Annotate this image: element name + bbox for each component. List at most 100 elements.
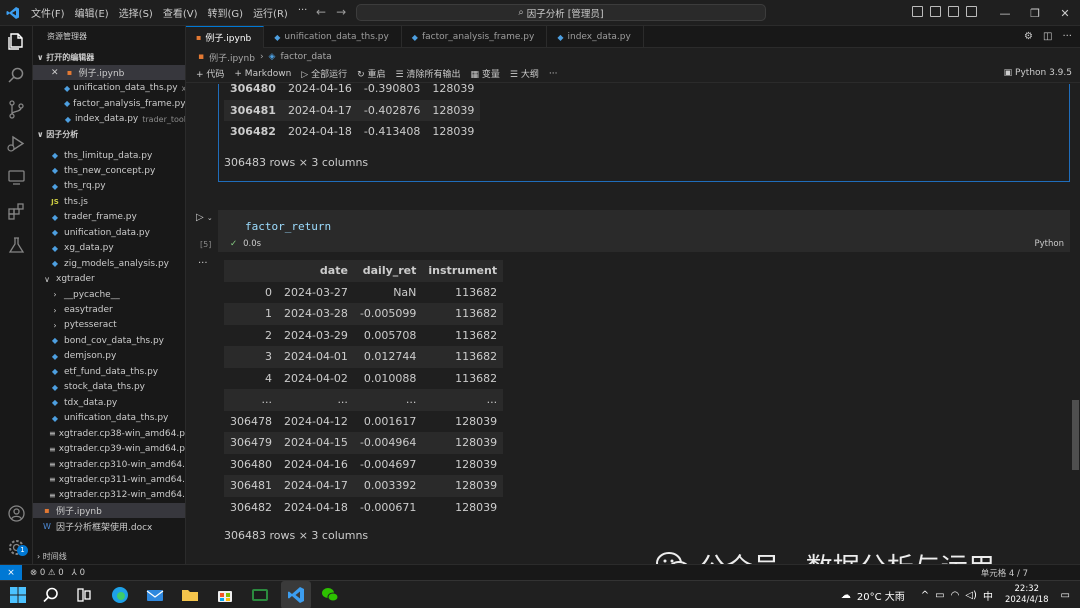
wechat-taskbar-icon[interactable] xyxy=(321,586,339,604)
code-line[interactable]: factor_return xyxy=(245,220,331,233)
open-editor-item[interactable]: ✕ ▪ 例子.ipynb xyxy=(33,65,185,80)
tab-3[interactable]: ◆ factor_analysis_frame.py xyxy=(402,26,548,48)
cell-language[interactable]: Python xyxy=(1035,239,1064,249)
file-tree-item[interactable]: W 因子分析框架使用.docx xyxy=(33,519,185,534)
file-tree-item[interactable]: ◆ xg_data.py xyxy=(33,241,185,256)
task-view-icon[interactable] xyxy=(75,586,93,604)
minimize-icon[interactable]: — xyxy=(990,7,1020,20)
battery-icon[interactable]: ▭ xyxy=(935,590,944,601)
taskbar-search-icon[interactable] xyxy=(42,586,60,604)
explorer-icon[interactable] xyxy=(6,31,27,52)
file-tree-item[interactable]: ◆ bond_cov_data_ths.py xyxy=(33,333,185,348)
ports-indicator[interactable]: ⅄ 0 xyxy=(72,568,85,578)
file-tree-item[interactable]: › __pycache__ xyxy=(33,287,185,302)
notification-icon[interactable]: ▭ xyxy=(1061,590,1070,601)
file-tree-item[interactable]: ◆ tdx_data.py xyxy=(33,395,185,410)
windows-start-icon[interactable] xyxy=(9,586,27,604)
file-tree-item[interactable]: ◆ unification_data.py xyxy=(33,225,185,240)
menu-item[interactable]: 运行(R) xyxy=(248,5,293,20)
remote-indicator-icon[interactable]: ⨯ xyxy=(0,564,22,581)
weather-text[interactable]: 20°C 大雨 xyxy=(857,588,905,603)
tab-1[interactable]: ▪ 例子.ipynb xyxy=(186,26,265,48)
file-tree-item[interactable]: ◆ demjson.py xyxy=(33,349,185,364)
add-code-cell-button[interactable]: + 代码 xyxy=(196,67,224,80)
file-tree-item[interactable]: ≡ xgtrader.cp39-win_amd64.pyd xyxy=(33,442,185,457)
toggle-primary-sidebar-icon[interactable] xyxy=(912,6,923,17)
volume-icon[interactable]: ◁) xyxy=(965,590,977,601)
file-explorer-icon[interactable] xyxy=(181,586,199,604)
extensions-icon[interactable] xyxy=(6,201,27,222)
breadcrumb-symbol[interactable]: factor_data xyxy=(280,52,331,62)
remote-explorer-icon[interactable] xyxy=(6,167,27,188)
open-editor-item[interactable]: ◆unification_data_ths.pyx... xyxy=(33,81,185,96)
store-icon[interactable] xyxy=(216,586,234,604)
tab-4[interactable]: ◆ index_data.py xyxy=(547,26,644,48)
file-tree-item[interactable]: ◆ zig_models_analysis.py xyxy=(33,256,185,271)
customize-layout-icon[interactable] xyxy=(966,6,977,17)
back-arrow-icon[interactable]: ← xyxy=(316,5,326,19)
output-actions-icon[interactable]: ··· xyxy=(198,258,208,269)
restore-icon[interactable]: ❐ xyxy=(1020,7,1050,20)
menu-item[interactable]: 转到(G) xyxy=(203,5,249,20)
file-tree-item[interactable]: ◆ stock_data_ths.py xyxy=(33,380,185,395)
file-tree-item[interactable]: ◆ ths_rq.py xyxy=(33,179,185,194)
tab-2[interactable]: ◆ unification_data_ths.py xyxy=(264,26,402,48)
menu-item[interactable]: ··· xyxy=(293,5,313,20)
run-all-button[interactable]: ▷ 全部运行 xyxy=(301,67,347,80)
kernel-picker[interactable]: ▣ Python 3.9.5 xyxy=(1004,68,1072,78)
testing-flask-icon[interactable] xyxy=(6,235,27,256)
file-tree-item[interactable]: ≡ xgtrader.cp38-win_amd64.pyd xyxy=(33,426,185,441)
account-icon[interactable] xyxy=(6,503,27,524)
file-tree-item[interactable]: ▪ 例子.ipynb xyxy=(33,503,185,519)
file-tree-item[interactable]: JS ths.js xyxy=(33,194,185,209)
settings-gear-icon[interactable]: ⚙ xyxy=(1024,31,1033,42)
command-center-search[interactable]: ⌕ 因子分析 [管理员] xyxy=(356,4,766,21)
mail-icon[interactable] xyxy=(146,586,164,604)
menu-item[interactable]: 编辑(E) xyxy=(70,5,114,20)
file-tree-item[interactable]: ◆ etf_fund_data_ths.py xyxy=(33,364,185,379)
cell-position[interactable]: 单元格 4 / 7 xyxy=(981,567,1028,579)
close-icon[interactable]: ✕ xyxy=(1050,7,1080,20)
file-tree-item[interactable]: ≡ xgtrader.cp312-win_amd64.... xyxy=(33,488,185,503)
problems-indicator[interactable]: ⊗ 0 ⚠ 0 xyxy=(30,568,64,578)
file-tree-item[interactable]: ◆ unification_data_ths.py xyxy=(33,411,185,426)
forward-arrow-icon[interactable]: → xyxy=(336,5,346,19)
clock[interactable]: 22:32 2024/4/18 xyxy=(1005,584,1049,606)
close-icon[interactable]: ✕ xyxy=(51,68,59,78)
add-markdown-cell-button[interactable]: + Markdown xyxy=(234,69,291,79)
clear-outputs-button[interactable]: ☰ 清除所有输出 xyxy=(396,67,461,80)
open-editor-item[interactable]: ◆ index_data.py trader_tool xyxy=(33,112,185,127)
wifi-icon[interactable]: ◠ xyxy=(951,590,960,601)
folder-header[interactable]: ∨ 因子分析 xyxy=(37,129,78,140)
open-editors-header[interactable]: ∨ 打开的编辑器 xyxy=(37,52,94,63)
file-tree-item[interactable]: ◆ trader_frame.py xyxy=(33,210,185,225)
file-tree-item[interactable]: ◆ ths_new_concept.py xyxy=(33,163,185,178)
file-tree-item[interactable]: ≡ xgtrader.cp310-win_amd64.... xyxy=(33,457,185,472)
outline-button[interactable]: ☰ 大纲 xyxy=(510,67,539,80)
more-actions-icon[interactable]: ··· xyxy=(1062,31,1072,42)
code-cell[interactable]: factor_return ✓ 0.0s Python xyxy=(218,210,1070,252)
terminal-app-icon[interactable] xyxy=(251,586,269,604)
menu-item[interactable]: 查看(V) xyxy=(158,5,203,20)
edge-browser-icon[interactable] xyxy=(111,586,129,604)
open-editor-item[interactable]: ◆ factor_analysis_frame.py... xyxy=(33,96,185,111)
file-tree-item[interactable]: › easytrader xyxy=(33,303,185,318)
tray-expand-icon[interactable]: ^ xyxy=(921,590,929,601)
variables-button[interactable]: ▦ 变量 xyxy=(471,67,500,80)
search-sidebar-icon[interactable] xyxy=(6,65,27,86)
timeline-header[interactable]: › 时间线 xyxy=(37,551,67,562)
ime-indicator[interactable]: 中 xyxy=(983,588,993,603)
menu-item[interactable]: 选择(S) xyxy=(114,5,158,20)
toggle-panel-icon[interactable] xyxy=(930,6,941,17)
split-editor-icon[interactable]: ◫ xyxy=(1043,31,1052,42)
toggle-secondary-sidebar-icon[interactable] xyxy=(948,6,959,17)
vscode-taskbar-icon[interactable] xyxy=(287,586,305,604)
file-tree-item[interactable]: › pytesseract xyxy=(33,318,185,333)
run-debug-icon[interactable] xyxy=(6,133,27,154)
run-cell-button[interactable]: ▷ ⌄ xyxy=(196,212,213,223)
source-control-icon[interactable] xyxy=(6,99,27,120)
toolbar-more-button[interactable]: ··· xyxy=(549,69,558,79)
vertical-scrollbar[interactable] xyxy=(1072,400,1079,470)
breadcrumb-file[interactable]: 例子.ipynb xyxy=(209,51,255,64)
file-tree-item[interactable]: ≡ xgtrader.cp311-win_amd64.... xyxy=(33,472,185,487)
